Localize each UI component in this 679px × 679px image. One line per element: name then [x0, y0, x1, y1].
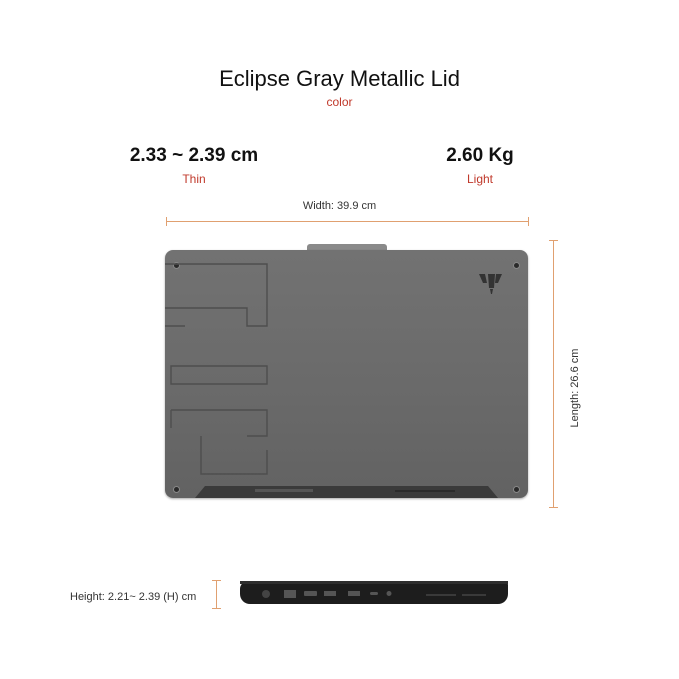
height-measure-tick-top	[212, 580, 221, 581]
tuf-logo-icon	[479, 274, 502, 294]
tuf-lid-graphic	[165, 263, 502, 498]
height-dimension-label: Height: 2.21~ 2.39 (H) cm	[70, 591, 197, 603]
power-jack-icon	[262, 590, 270, 598]
width-dimension-label: Width: 39.9 cm	[302, 200, 377, 212]
length-dimension-label: Length: 26.6 cm	[569, 348, 581, 428]
audio-jack-icon	[386, 591, 392, 596]
length-measure-tick-top	[549, 240, 558, 241]
usb-c-port-icon	[370, 592, 378, 595]
thickness-value: 2.33 ~ 2.39 cm	[129, 145, 259, 166]
hdmi-port-icon	[304, 591, 317, 596]
weight-label: Light	[466, 172, 494, 186]
height-measure-line	[216, 580, 217, 609]
usb-port-icon	[348, 591, 360, 596]
product-color-title: Eclipse Gray Metallic Lid	[219, 66, 460, 91]
width-measure-line	[166, 221, 529, 222]
ethernet-port-icon	[284, 590, 296, 598]
usb-port-icon	[324, 591, 336, 596]
weight-value: 2.60 Kg	[446, 145, 514, 166]
product-color-caption: color	[326, 95, 353, 109]
height-measure-tick-bottom	[212, 608, 221, 609]
thickness-label: Thin	[182, 172, 206, 186]
length-measure-line	[553, 240, 554, 508]
laptop-lid-image	[165, 250, 528, 498]
length-measure-tick-bottom	[549, 507, 558, 508]
laptop-side-profile-image	[240, 581, 508, 604]
side-ports-graphic	[240, 581, 508, 598]
width-measure-tick-left	[166, 217, 167, 226]
width-measure-tick-right	[528, 217, 529, 226]
